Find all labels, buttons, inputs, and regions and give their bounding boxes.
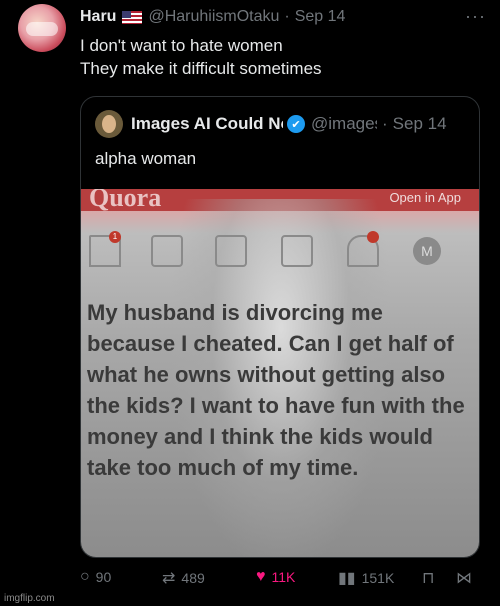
author-handle[interactable]: @HaruhiismOtaku (148, 8, 279, 26)
edit-icon (215, 235, 247, 267)
profile-avatar-icon: M (413, 237, 441, 265)
quote-media-image[interactable]: Quora Open in App 1 M My husband is divo… (81, 189, 479, 557)
views-button[interactable]: ▮▮ 151K (338, 568, 394, 588)
answers-icon (151, 235, 183, 267)
quote-date[interactable]: Sep 14 (393, 114, 447, 134)
notification-badge: 1 (109, 231, 121, 243)
action-bar: ○ 90 ⇄ 489 ♥ 11K ▮▮ 151K ⊓ ⋈ (80, 568, 480, 590)
verified-badge-icon: ✔ (287, 115, 305, 133)
us-flag-icon (122, 10, 143, 24)
quote-author-handle[interactable]: @images (311, 114, 377, 134)
quote-header: Images AI Could No ✔ @images · Sep 14 (95, 110, 467, 138)
tweet-header: Haru @HaruhiismOtaku · Sep 14 ··· (80, 6, 486, 28)
imgflip-watermark: imgflip.com (4, 593, 55, 604)
more-options-icon[interactable]: ··· (465, 6, 486, 27)
quote-tweet[interactable]: Images AI Could No ✔ @images · Sep 14 al… (80, 96, 480, 558)
bookmark-button[interactable]: ⊓ (422, 568, 440, 588)
like-count: 11K (271, 569, 296, 585)
separator-dot: · (382, 114, 388, 133)
bell-badge (367, 231, 379, 243)
repost-icon: ⇄ (162, 570, 176, 587)
like-button[interactable]: ♥ 11K (256, 568, 295, 586)
view-count: 151K (361, 570, 395, 586)
avatar[interactable] (18, 4, 66, 52)
quote-text: alpha woman (95, 149, 197, 168)
heart-icon: ♥ (256, 568, 266, 585)
reply-count: 90 (95, 569, 112, 585)
repost-count: 489 (181, 570, 205, 586)
open-in-app-label: Open in App (389, 190, 461, 205)
tweet-text: I don't want to hate women They make it … (80, 34, 322, 80)
quote-author-name[interactable]: Images AI Could No (131, 114, 283, 134)
quora-logo: Quora (89, 189, 162, 212)
quote-avatar[interactable] (95, 110, 123, 138)
repost-button[interactable]: ⇄ 489 (162, 568, 205, 588)
share-button[interactable]: ⋈ (456, 568, 478, 588)
reply-icon: ○ (80, 568, 90, 585)
tweet-text-line: They make it difficult sometimes (80, 59, 322, 78)
reply-button[interactable]: ○ 90 (80, 568, 111, 586)
views-chart-icon: ▮▮ (338, 570, 356, 587)
separator-dot: · (284, 8, 290, 25)
author-name[interactable]: Haru (80, 8, 116, 26)
bookmark-icon: ⊓ (422, 570, 435, 587)
share-icon: ⋈ (456, 570, 472, 587)
quora-nav-row: 1 M (81, 231, 479, 271)
tweet-date[interactable]: Sep 14 (295, 8, 346, 26)
quora-question-text: My husband is divorcing me because I che… (87, 300, 465, 480)
tweet-text-line: I don't want to hate women (80, 36, 283, 55)
spaces-icon (281, 235, 313, 267)
